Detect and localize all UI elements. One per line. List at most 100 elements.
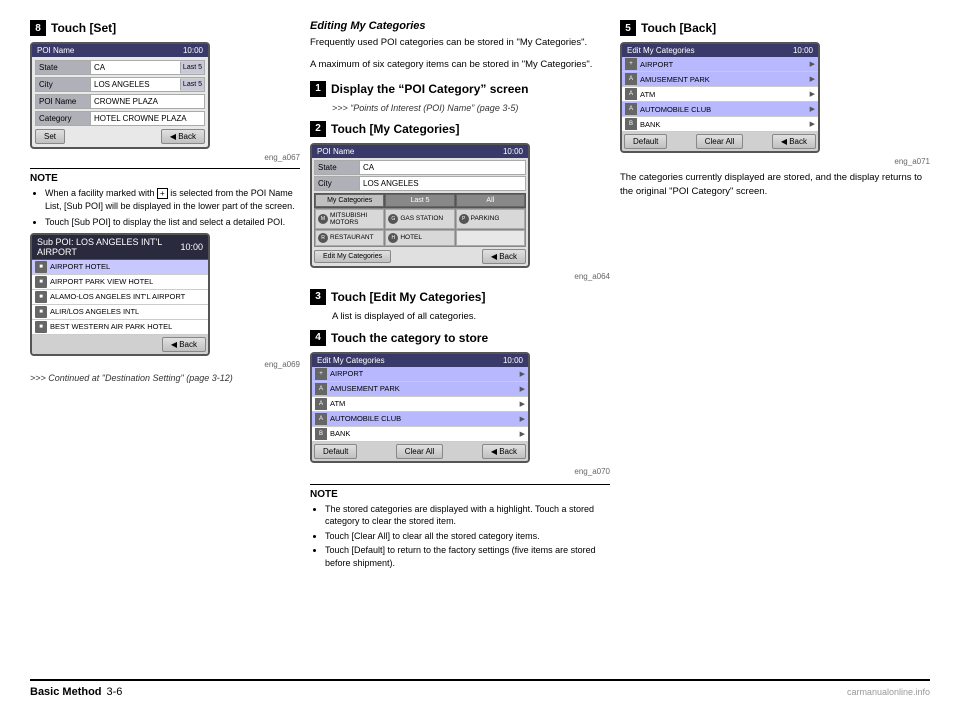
footer-page: 3-6 <box>107 686 123 698</box>
note-title-2: NOTE <box>310 489 610 500</box>
mycat-cell-icon-3: P <box>459 214 469 224</box>
editing-desc2: A maximum of six category items can be s… <box>310 58 610 72</box>
right-bank-icon: B <box>625 118 637 130</box>
step1-ref: >>> “Points of Interest (POI) Name” (pag… <box>332 103 610 113</box>
subpoi-icon-5: ■ <box>35 321 47 333</box>
right-automobile-icon: A <box>625 103 637 115</box>
step1-title: Display the “POI Category” screen <box>331 82 528 96</box>
note2-item-3: Touch [Default] to return to the factory… <box>325 544 610 569</box>
right-airport-icon: + <box>625 58 637 70</box>
back-button-1[interactable]: ◀ Back <box>161 129 205 144</box>
bank-right: ▶ <box>520 430 525 438</box>
edit-footer: Default Clear All ◀ Back <box>312 442 528 461</box>
atm-right: ▶ <box>520 400 525 408</box>
state-value: CA <box>91 61 180 74</box>
subpoi-item-3[interactable]: ■ ALAMO-LOS ANGELES INT'L AIRPORT <box>32 290 208 305</box>
mycat-cell-icon-5: H <box>388 233 398 243</box>
device-header-title: POI Name <box>37 46 74 55</box>
edit-item-automobile[interactable]: A AUTOMOBILE CLUB ▶ <box>312 412 528 427</box>
subpoi-icon-4: ■ <box>35 306 47 318</box>
left-column: 8 Touch [Set] POI Name 10:00 State CA La… <box>30 20 300 671</box>
device-screen-2: Sub POI: LOS ANGELES INT'L AIRPORT 10:00… <box>30 233 210 356</box>
right-automobile-label: AUTOMOBILE CLUB <box>640 105 711 114</box>
step8-header: 8 Touch [Set] <box>30 20 300 36</box>
airport-icon: + <box>315 368 327 380</box>
set-button[interactable]: Set <box>35 129 65 144</box>
footer-watermark: carmanualonline.info <box>847 687 930 697</box>
mycat-row-city: City LOS ANGELES <box>314 176 526 191</box>
right-bank-right: ▶ <box>810 120 815 128</box>
right-amusement-icon: A <box>625 73 637 85</box>
mycat-body: State CA City LOS ANGELES My Categories … <box>312 158 528 266</box>
right-item-automobile[interactable]: A AUTOMOBILE CLUB ▶ <box>622 102 818 117</box>
default-button[interactable]: Default <box>314 444 357 459</box>
step8-title: Touch [Set] <box>51 21 116 35</box>
note-text-2: The stored categories are displayed with… <box>310 503 610 570</box>
step1-section: 1 Display the “POI Category” screen >>> … <box>310 81 610 113</box>
right-item-bank[interactable]: B BANK ▶ <box>622 117 818 132</box>
city-value: LOS ANGELES <box>91 78 180 91</box>
edit-item-airport[interactable]: + AIRPORT ▶ <box>312 367 528 382</box>
right-bank-label: BANK <box>640 120 660 129</box>
mycat-cell-2[interactable]: G GAS STATION <box>385 209 454 229</box>
right-default-button[interactable]: Default <box>624 134 667 149</box>
step1-header: 1 Display the “POI Category” screen <box>310 81 610 97</box>
edit-item-bank[interactable]: B BANK ▶ <box>312 427 528 442</box>
continuation-text: >>> Continued at "Destination Setting" (… <box>30 373 300 383</box>
screen-label-1: eng_a067 <box>30 153 300 162</box>
mycat-cell-5[interactable]: H HOTEL <box>385 230 454 246</box>
subpoi-item-1[interactable]: ■ AIRPORT HOTEL <box>32 260 208 275</box>
right-device-title: Edit My Categories <box>627 46 695 55</box>
right-item-airport[interactable]: + AIRPORT ▶ <box>622 57 818 72</box>
mycat-city-value: LOS ANGELES <box>360 177 525 190</box>
airport-right: ▶ <box>520 370 525 378</box>
mycat-header-title: POI Name <box>317 147 354 156</box>
subpoi-back-row: ◀ Back <box>32 335 208 354</box>
device-row-cat: Category HOTEL CROWNE PLAZA <box>35 111 205 126</box>
mycat-tab-3[interactable]: All <box>456 194 525 207</box>
step5-title: Touch [Back] <box>641 21 716 35</box>
screen-label-edit: eng_a070 <box>310 467 610 476</box>
device-screen-1: POI Name 10:00 State CA Last 5 City LOS … <box>30 42 210 149</box>
subpoi-item-4[interactable]: ■ ALIR/LOS ANGELES INTL <box>32 305 208 320</box>
step5-header: 5 Touch [Back] <box>620 20 930 36</box>
note2-item-2: Touch [Clear All] to clear all the store… <box>325 530 610 543</box>
edit-header-title: Edit My Categories <box>317 356 385 365</box>
right-back-button[interactable]: ◀ Back <box>772 134 816 149</box>
subpoi-item-2[interactable]: ■ AIRPORT PARK VIEW HOTEL <box>32 275 208 290</box>
step5-badge: 5 <box>620 20 636 36</box>
page-container: 8 Touch [Set] POI Name 10:00 State CA La… <box>0 0 960 708</box>
right-clear-all-button[interactable]: Clear All <box>696 134 744 149</box>
mycat-tab-1[interactable]: My Categories <box>315 194 384 207</box>
mycat-cell-label-2: GAS STATION <box>400 215 443 222</box>
right-amusement-label: AMUSEMENT PARK <box>640 75 710 84</box>
mycat-tab-2[interactable]: Last 5 <box>385 194 454 207</box>
right-item-amusement[interactable]: A AMUSEMENT PARK ▶ <box>622 72 818 87</box>
clear-all-button[interactable]: Clear All <box>396 444 444 459</box>
mycat-cell-1[interactable]: M MITSUBISHI MOTORS <box>315 209 384 229</box>
subpoi-header-title: Sub POI: LOS ANGELES INT'L AIRPORT <box>37 237 180 257</box>
mycat-cell-3[interactable]: P PARKING <box>456 209 525 229</box>
right-item-atm[interactable]: A ATM ▶ <box>622 87 818 102</box>
edit-back-button[interactable]: ◀ Back <box>482 444 526 459</box>
step8-badge: 8 <box>30 20 46 36</box>
mycat-cell-4[interactable]: R RESTAURANT <box>315 230 384 246</box>
subpoi-list: ■ AIRPORT HOTEL ■ AIRPORT PARK VIEW HOTE… <box>32 260 208 354</box>
subpoi-item-5[interactable]: ■ BEST WESTERN AIR PARK HOTEL <box>32 320 208 335</box>
step4-title: Touch the category to store <box>331 331 488 345</box>
mycat-back-button[interactable]: ◀ Back <box>482 249 526 264</box>
step4-badge: 4 <box>310 330 326 346</box>
mycat-cell-label-4: RESTAURANT <box>330 234 374 241</box>
mycat-header-time: 10:00 <box>503 147 523 156</box>
mycat-row-state: State CA <box>314 160 526 175</box>
edit-mycat-button[interactable]: Edit My Categories <box>314 250 391 263</box>
step4-header: 4 Touch the category to store <box>310 330 610 346</box>
subpoi-back-button[interactable]: ◀ Back <box>162 337 206 352</box>
cat-value: HOTEL CROWNE PLAZA <box>91 112 204 125</box>
mycat-cell-label-1: MITSUBISHI MOTORS <box>330 212 381 226</box>
edit-item-atm[interactable]: A ATM ▶ <box>312 397 528 412</box>
screen-label-2: eng_a069 <box>30 360 300 369</box>
edit-item-amusement[interactable]: A AMUSEMENT PARK ▶ <box>312 382 528 397</box>
right-device-screen: Edit My Categories 10:00 + AIRPORT ▶ A A… <box>620 42 820 153</box>
mycat-screen: POI Name 10:00 State CA City LOS ANGELES <box>310 143 530 268</box>
